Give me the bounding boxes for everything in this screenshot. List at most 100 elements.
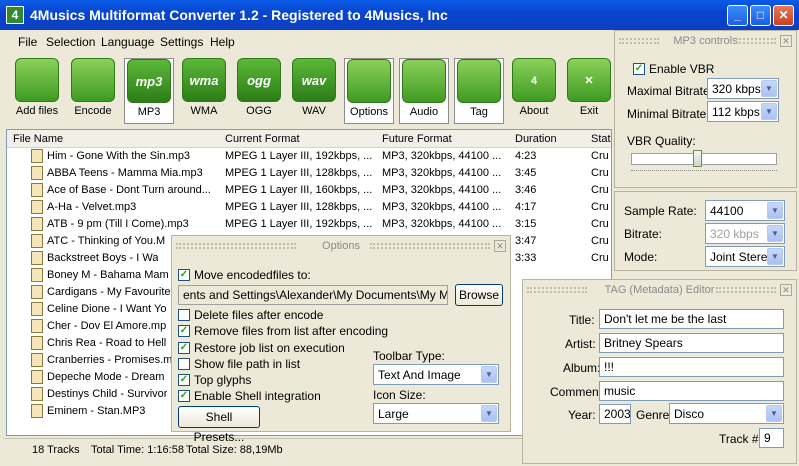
tag-button[interactable]: Tag [454, 58, 504, 124]
table-cell: Depeche Mode - Dream [47, 371, 165, 383]
audio-button[interactable]: Audio [399, 58, 449, 124]
icon-size-select[interactable]: Large ▼ [373, 403, 499, 424]
remove-files-checkbox[interactable]: ✓ [178, 325, 190, 337]
wma-button[interactable]: wma WMA [179, 58, 229, 124]
table-row[interactable]: ATB - 9 pm (Till I Come).mp3 MPEG 1 Layer… [7, 216, 611, 233]
options-button[interactable]: Options [344, 58, 394, 124]
audio-file-icon [31, 404, 43, 418]
col-current-format[interactable]: Current Format [225, 133, 300, 145]
min-bitrate-value: 112 kbps [712, 105, 760, 119]
tag-artist-input[interactable]: Britney Spears [599, 333, 784, 353]
exit-label: Exit [579, 105, 599, 117]
browse-button[interactable]: Browse [455, 284, 503, 306]
top-glyphs-label: Top glyphs [194, 373, 252, 387]
bitrate-select[interactable]: 320 kbps ▼ [705, 223, 785, 244]
move-files-checkbox[interactable]: ✓ [178, 269, 190, 281]
shell-integration-checkbox[interactable]: ✓ [178, 390, 190, 402]
minimize-button[interactable]: _ [727, 5, 748, 26]
ogg-icon: ogg [237, 58, 281, 102]
encode-label: Encode [74, 105, 112, 117]
encode-button[interactable]: Encode [68, 58, 118, 124]
menu-selection[interactable]: Selection [46, 35, 95, 49]
shell-presets-button[interactable]: Shell Presets... [178, 406, 260, 444]
top-glyphs-checkbox[interactable]: ✓ [178, 374, 190, 386]
app-icon: 4 [6, 6, 24, 24]
tag-title-input[interactable]: Don't let me be the last [599, 309, 784, 329]
remove-files-label: Remove files from list after encoding [194, 324, 389, 338]
tag-genre-value: Disco [674, 407, 705, 421]
table-row[interactable]: A-Ha - Velvet.mp3 MPEG 1 Layer III, 128kb… [7, 199, 611, 216]
tag-panel-title[interactable]: TAG (Metadata) Editor ✕ [523, 280, 796, 300]
chevron-down-icon: ▼ [481, 405, 497, 422]
tag-track-input[interactable]: 9 [759, 428, 784, 448]
about-icon: 4 [512, 58, 556, 102]
table-row[interactable]: Ace of Base - Dont Turn around... MPEG 1 … [7, 182, 611, 199]
menu-language[interactable]: Language [101, 35, 154, 49]
wav-button[interactable]: wav WAV [289, 58, 339, 124]
table-cell: MPEG 1 Layer III, 160kbps, ... [225, 184, 373, 196]
tag-genre-select[interactable]: Disco ▼ [669, 403, 784, 424]
show-path-checkbox[interactable] [178, 358, 190, 370]
mp3-panel-close-icon[interactable]: ✕ [780, 35, 792, 47]
options-panel-title[interactable]: Options ✕ [172, 236, 510, 256]
table-cell: 3:46 [515, 184, 537, 196]
tag-artist-label: Artist: [565, 337, 596, 351]
title-bar[interactable]: 4 4Musics Multiformat Converter 1.2 - Re… [0, 0, 799, 30]
audio-file-icon [31, 200, 43, 214]
mode-select[interactable]: Joint Stereo ▼ [705, 246, 785, 267]
chevron-down-icon: ▼ [761, 103, 777, 120]
about-button[interactable]: 4 About [509, 58, 559, 124]
tag-panel-close-icon[interactable]: ✕ [780, 284, 792, 296]
tag-comment-input[interactable]: music [599, 381, 784, 401]
tag-year-input[interactable]: 2003 [599, 404, 631, 424]
col-file-name[interactable]: File Name [13, 133, 63, 145]
wma-icon: wma [182, 58, 226, 102]
table-cell: Boney M - Bahama Mam [47, 269, 169, 281]
table-row[interactable]: ABBA Teens - Mamma Mia.mp3 MPEG 1 Layer I… [7, 165, 611, 182]
audio-label: Audio [409, 106, 439, 118]
tag-comment-label: Comment [550, 385, 603, 399]
tag-icon [457, 59, 501, 103]
bitrate-value: 320 kbps [710, 227, 759, 241]
tag-album-input[interactable]: !!! [599, 357, 784, 377]
menu-help[interactable]: Help [210, 35, 235, 49]
maximize-button[interactable]: □ [750, 5, 771, 26]
min-bitrate-select[interactable]: 112 kbps ▼ [707, 101, 779, 122]
mp3-button[interactable]: mp3 MP3 [124, 58, 174, 124]
ogg-button[interactable]: ogg OGG [234, 58, 284, 124]
max-bitrate-select[interactable]: 320 kbps ▼ [707, 78, 779, 99]
table-cell: Chris Rea - Road to Hell [47, 337, 167, 349]
table-cell: 3:33 [515, 252, 537, 264]
sample-rate-select[interactable]: 44100 ▼ [705, 200, 785, 221]
exit-button[interactable]: ✕ Exit [564, 58, 614, 124]
vbr-quality-ticks [631, 170, 777, 173]
col-duration[interactable]: Duration [515, 133, 557, 145]
mp3-panel-title[interactable]: MP3 controls ✕ [615, 31, 796, 51]
table-cell: Cher - Dov El Amore.mp [47, 320, 167, 332]
vbr-quality-slider[interactable] [693, 150, 702, 167]
table-cell: Celine Dione - I Want Yo [47, 303, 167, 315]
col-future-format[interactable]: Future Format [382, 133, 452, 145]
table-cell: MP3, 320kbps, 44100 ... [382, 201, 502, 213]
audio-icon [402, 59, 446, 103]
restore-job-checkbox[interactable]: ✓ [178, 342, 190, 354]
delete-files-checkbox[interactable] [178, 309, 190, 321]
max-bitrate-value: 320 kbps [712, 82, 761, 96]
icon-size-label: Icon Size: [373, 388, 426, 402]
options-panel-close-icon[interactable]: ✕ [494, 240, 506, 252]
menu-file[interactable]: File [18, 35, 37, 49]
audio-file-icon [31, 268, 43, 282]
status-total-time: Total Time: 1:16:58 [91, 444, 184, 456]
toolbar-type-select[interactable]: Text And Image ▼ [373, 364, 499, 385]
move-path-field[interactable]: ents and Settings\Alexander\My Documents… [178, 285, 448, 305]
sample-rate-label: Sample Rate: [624, 204, 697, 218]
menu-settings[interactable]: Settings [160, 35, 203, 49]
table-cell: Cru [591, 201, 609, 213]
enable-vbr-checkbox[interactable]: ✓ [633, 63, 645, 75]
table-row[interactable]: Him - Gone With the Sin.mp3 MPEG 1 Layer … [7, 148, 611, 165]
table-cell: 3:15 [515, 218, 537, 230]
col-status[interactable]: Stat [591, 133, 611, 145]
close-button[interactable]: ✕ [773, 5, 794, 26]
wma-label: WMA [190, 105, 218, 117]
add-files-button[interactable]: Add files [12, 58, 62, 124]
